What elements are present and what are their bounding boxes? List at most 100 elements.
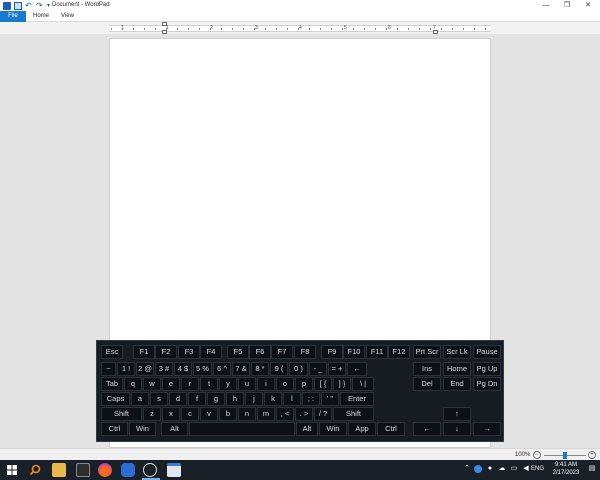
key-home[interactable]: Home [443,362,471,376]
key-app[interactable]: App [348,422,376,436]
key-end[interactable]: End [443,377,471,391]
key-scr-lk[interactable]: Scr Lk [443,345,471,359]
undo-icon[interactable]: ↶ [25,1,33,10]
key-l[interactable]: l [283,392,301,406]
key-f4[interactable]: F4 [200,345,222,359]
chevron-up-icon[interactable]: ⌃ [463,465,471,473]
zoom-in-button[interactable]: + [588,451,596,459]
key-x[interactable]: x [162,407,180,421]
key-0[interactable]: 0 ) [289,362,308,376]
key-shift[interactable]: Shift [333,407,374,421]
key-pause[interactable]: Pause [473,345,501,359]
maximize-button[interactable]: ❐ [557,0,577,11]
key-d[interactable]: d [169,392,187,406]
key-c[interactable]: c [181,407,199,421]
key-space[interactable] [189,422,295,436]
key-symbol[interactable]: \ | [352,377,374,391]
key-e[interactable]: e [162,377,180,391]
close-button[interactable]: ✕ [578,0,598,11]
key-left-arrow[interactable]: ← [413,422,441,436]
key-n[interactable]: n [238,407,256,421]
key-f3[interactable]: F3 [178,345,200,359]
key-win[interactable]: Win [319,422,347,436]
key-r[interactable]: r [181,377,199,391]
key-symbol[interactable]: ' " [321,392,339,406]
key-esc[interactable]: Esc [101,345,123,359]
tab-home[interactable]: Home [26,11,56,22]
key-m[interactable]: m [257,407,275,421]
key-g[interactable]: g [207,392,225,406]
key-symbol[interactable]: ; : [302,392,320,406]
zoom-slider-thumb[interactable] [563,452,567,459]
chat-app-icon[interactable] [121,463,135,477]
key-right-arrow[interactable]: → [473,422,501,436]
search-icon[interactable] [28,463,42,477]
key-enter[interactable]: Enter [340,392,374,406]
key-caps[interactable]: Caps [101,392,130,406]
key-symbol[interactable]: / ? [314,407,332,421]
clock-app-icon[interactable] [143,463,157,477]
ruler[interactable]: 11234567 [109,22,491,34]
key-8[interactable]: 8 * [251,362,269,376]
key-f2[interactable]: F2 [155,345,177,359]
key-y[interactable]: y [219,377,237,391]
key-prt-scr[interactable]: Prt Scr [413,345,441,359]
volume-icon[interactable]: ◀ [522,465,530,473]
firefox-icon[interactable] [98,463,112,477]
zoom-slider[interactable] [544,452,586,459]
save-icon[interactable] [14,1,22,10]
key-win[interactable]: Win [129,422,156,436]
key-9[interactable]: 9 ( [270,362,288,376]
minimize-button[interactable]: — [536,0,556,11]
key-s[interactable]: s [150,392,168,406]
key-b[interactable]: b [219,407,237,421]
key-h[interactable]: h [226,392,244,406]
key-q[interactable]: q [124,377,142,391]
key-1[interactable]: 1 ! [117,362,135,376]
key-backspace[interactable]: ← [347,362,367,376]
key-w[interactable]: w [143,377,161,391]
key-alt[interactable]: Alt [296,422,318,436]
key-symbol[interactable]: , < [276,407,294,421]
language-indicator[interactable]: ENG [531,466,544,472]
key-2[interactable]: 2 @ [136,362,154,376]
key-del[interactable]: Del [413,377,441,391]
key-symbol[interactable]: ] } [333,377,351,391]
key-k[interactable]: k [264,392,282,406]
key-z[interactable]: z [143,407,161,421]
key-up-arrow[interactable]: ↑ [443,407,471,421]
key-f10[interactable]: F10 [343,345,365,359]
key-7[interactable]: 7 & [232,362,250,376]
key-pg-dn[interactable]: Pg Dn [473,377,501,391]
key-ins[interactable]: Ins [413,362,441,376]
key-symbol[interactable]: ~ [101,362,116,376]
start-button[interactable] [0,460,24,480]
redo-icon[interactable]: ↷ [36,1,44,10]
key-6[interactable]: 6 ^ [213,362,231,376]
key-symbol[interactable]: . > [295,407,313,421]
key-tab[interactable]: Tab [101,377,123,391]
key-f9[interactable]: F9 [321,345,343,359]
notification-icon[interactable]: ▤ [588,465,596,473]
key-o[interactable]: o [276,377,294,391]
key-f5[interactable]: F5 [227,345,249,359]
network-icon[interactable]: ▭ [510,465,518,473]
key-j[interactable]: j [245,392,263,406]
key-f8[interactable]: F8 [294,345,316,359]
key-t[interactable]: t [200,377,218,391]
wordpad-taskbar-icon[interactable] [167,463,181,477]
key-symbol[interactable]: = + [328,362,346,376]
key-f6[interactable]: F6 [249,345,271,359]
tab-file[interactable]: File [0,11,26,22]
key-f11[interactable]: F11 [366,345,388,359]
key-u[interactable]: u [238,377,256,391]
key-alt[interactable]: Alt [161,422,188,436]
tab-view[interactable]: View [54,11,81,22]
key-i[interactable]: i [257,377,275,391]
clock-date[interactable]: 2/17/2023 [547,470,585,476]
zoom-out-button[interactable]: − [533,451,541,459]
key-symbol[interactable]: - _ [309,362,327,376]
cloud-icon[interactable]: ☁ [498,465,506,473]
key-down-arrow[interactable]: ↓ [443,422,471,436]
key-f[interactable]: f [188,392,206,406]
